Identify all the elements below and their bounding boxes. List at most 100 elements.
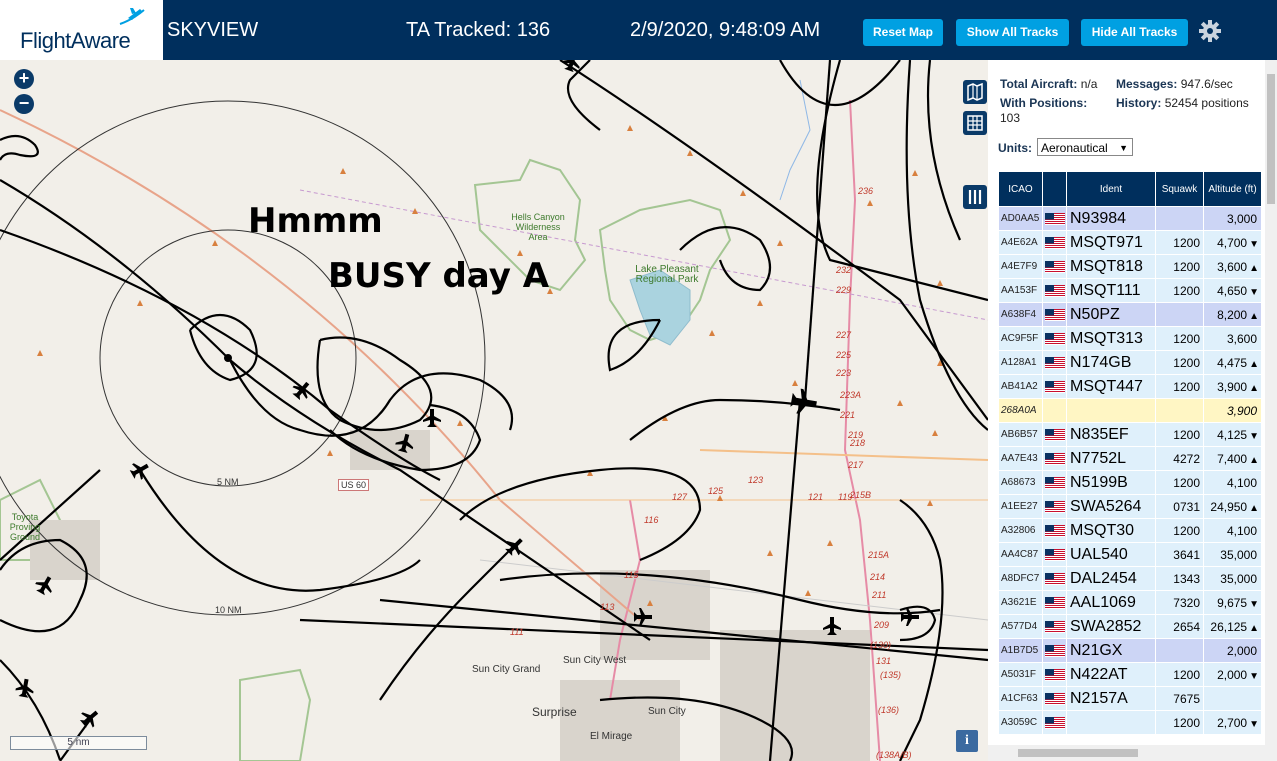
cell-ident: DAL2454 [1066,566,1156,591]
cell-flag [1042,254,1067,279]
cell-icao: A577D4 [998,614,1043,639]
cell-icao: A32806 [998,518,1043,543]
cell-icao: A5031F [998,662,1043,687]
altitude-value: 4,125 [1217,427,1248,442]
road-number-label: 113 [600,602,615,612]
horizontal-scroll-thumb[interactable] [1018,749,1138,757]
units-select[interactable]: Aeronautical ▼ [1037,138,1133,156]
table-row[interactable]: AB41A2 MSQT447 1200 3,900 ▲ [998,374,1262,399]
road-number-label: (138A/B) [876,750,912,760]
table-row[interactable]: AA7E43 N7752L 4272 7,400 ▲ [998,446,1262,471]
road-number-label: 217 [848,460,864,470]
place-toyota: Toyota Proving Ground [9,512,41,542]
cell-flag [1042,470,1067,495]
horizontal-scrollbar[interactable] [988,745,1265,761]
place-sun-city-west: Sun City West [563,655,627,666]
info-button[interactable]: i [956,730,978,752]
table-row[interactable]: A4E7F9 MSQT818 1200 3,600 ▲ [998,254,1262,279]
table-row[interactable]: A32806 MSQT30 1200 4,100 [998,518,1262,543]
cell-flag [1042,422,1067,447]
show-all-tracks-button[interactable]: Show All Tracks [956,19,1069,46]
table-row[interactable]: A8DFC7 DAL2454 1343 35,000 [998,566,1262,591]
with-positions-stat: With Positions: 103 [1000,96,1105,126]
cell-squawk: 1200 [1155,662,1204,687]
cell-ident [1066,398,1156,423]
cell-icao: A128A1 [998,350,1043,375]
history-value: 52454 positions [1164,96,1249,110]
col-squawk[interactable]: Squawk [1155,171,1204,207]
cell-flag [1042,590,1067,615]
table-row[interactable]: AA4C87 UAL540 3641 35,000 [998,542,1262,567]
with-positions-value: 103 [1000,111,1021,125]
road-number-label: 116 [644,515,659,525]
road-number-label: 119 [838,492,853,502]
cell-ident: MSQT971 [1066,230,1156,255]
altitude-value: 9,675 [1217,595,1248,610]
grid-icon[interactable] [963,111,987,135]
cell-altitude: 3,600 ▲ [1203,254,1262,279]
cell-squawk [1155,638,1204,663]
gear-icon[interactable] [1197,18,1223,44]
cell-squawk: 1200 [1155,326,1204,351]
table-row[interactable]: A1CF63 N2157A 7675 [998,686,1262,711]
col-flag[interactable] [1042,171,1067,207]
cell-ident: N835EF [1066,422,1156,447]
road-number-label: 115 [624,570,639,580]
cell-ident: AAL1069 [1066,590,1156,615]
table-row[interactable]: AB6B57 N835EF 1200 4,125 ▼ [998,422,1262,447]
cell-altitude: 3,000 [1203,206,1262,231]
flag-icon [1045,452,1065,465]
table-header-row: ICAO Ident Squawk Altitude (ft) [998,171,1262,207]
flag-icon [1045,260,1065,273]
altitude-trend-icon: ▲ [1249,502,1259,514]
altitude-trend-icon: ▲ [1249,454,1259,466]
reset-map-button[interactable]: Reset Map [863,19,943,46]
altitude-value: 4,100 [1226,523,1257,538]
altitude-value: 35,000 [1220,571,1257,586]
altitude-value: 3,600 [1217,259,1248,274]
table-row[interactable]: AD0AA5 N93984 3,000 [998,206,1262,231]
cell-ident: N5199B [1066,470,1156,495]
flag-icon [1045,428,1065,441]
table-row[interactable]: A638F4 N50PZ 8,200 ▲ [998,302,1262,327]
total-aircraft-value: n/a [1080,77,1098,91]
road-number-label: 225 [836,350,852,360]
table-row[interactable]: 268A0A 3,900 [998,398,1262,423]
table-row[interactable]: AC9F5F MSQT313 1200 3,600 [998,326,1262,351]
road-number-label: 227 [836,330,852,340]
table-row[interactable]: AA153F MSQT111 1200 4,650 ▼ [998,278,1262,303]
aircraft-table: ICAO Ident Squawk Altitude (ft) AD0AA5 N9… [998,171,1262,735]
col-icao[interactable]: ICAO [998,171,1043,207]
map-icon[interactable] [963,80,987,104]
cell-altitude: 2,000 [1203,638,1262,663]
hide-all-tracks-button[interactable]: Hide All Tracks [1081,19,1188,46]
cell-ident: MSQT447 [1066,374,1156,399]
vertical-scrollbar[interactable] [1265,60,1277,761]
road-number-label: 232 [836,265,852,275]
table-row[interactable]: A68673 N5199B 1200 4,100 [998,470,1262,495]
history-label: History: [1116,96,1162,110]
cell-squawk [1155,302,1204,327]
altitude-value: 3,900 [1217,379,1248,394]
table-row[interactable]: A1EE27 SWA5264 0731 24,950 ▲ [998,494,1262,519]
table-row[interactable]: A3059C 1200 2,700 ▼ [998,710,1262,735]
cell-icao: A4E62A [998,230,1043,255]
zoom-out-button[interactable]: − [14,94,34,114]
table-row[interactable]: A3621E AAL1069 7320 9,675 ▼ [998,590,1262,615]
logo-plane-icon [119,8,145,25]
cell-flag [1042,542,1067,567]
table-row[interactable]: A577D4 SWA2852 2654 26,125 ▲ [998,614,1262,639]
vertical-scroll-thumb[interactable] [1267,74,1275,204]
table-row[interactable]: A1B7D5 N21GX 2,000 [998,638,1262,663]
cell-squawk: 1200 [1155,350,1204,375]
table-row[interactable]: A4E62A MSQT971 1200 4,700 ▼ [998,230,1262,255]
table-row[interactable]: A128A1 N174GB 1200 4,475 ▲ [998,350,1262,375]
table-row[interactable]: A5031F N422AT 1200 2,000 ▼ [998,662,1262,687]
flightaware-logo[interactable]: FlightAware [0,0,163,60]
flag-icon [1045,716,1065,729]
columns-icon[interactable] [963,185,987,209]
col-ident[interactable]: Ident [1066,171,1156,207]
cell-ident: SWA2852 [1066,614,1156,639]
col-altitude[interactable]: Altitude (ft) [1203,171,1262,207]
zoom-in-button[interactable]: + [14,69,34,89]
